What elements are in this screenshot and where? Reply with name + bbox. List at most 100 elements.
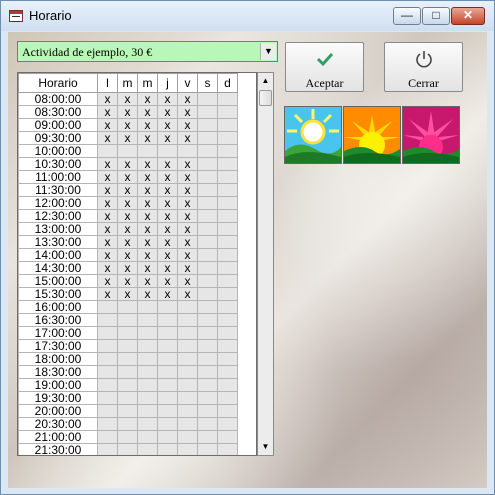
- time-cell[interactable]: 14:30:00: [18, 261, 98, 275]
- day-cell[interactable]: x: [97, 105, 118, 119]
- time-cell[interactable]: 15:00:00: [18, 274, 98, 288]
- time-cell[interactable]: 11:00:00: [18, 170, 98, 184]
- day-cell[interactable]: x: [97, 118, 118, 132]
- day-cell[interactable]: x: [137, 92, 158, 106]
- day-cell[interactable]: x: [97, 222, 118, 236]
- day-cell[interactable]: x: [117, 235, 138, 249]
- column-header-day[interactable]: d: [217, 73, 238, 93]
- day-cell[interactable]: x: [137, 131, 158, 145]
- day-cell[interactable]: [217, 157, 238, 171]
- day-cell[interactable]: [137, 378, 158, 392]
- time-cell[interactable]: 16:00:00: [18, 300, 98, 314]
- day-cell[interactable]: x: [97, 157, 118, 171]
- day-cell[interactable]: [97, 313, 118, 327]
- day-cell[interactable]: [197, 378, 218, 392]
- day-cell[interactable]: [137, 404, 158, 418]
- day-cell[interactable]: [217, 300, 238, 314]
- day-cell[interactable]: [157, 313, 178, 327]
- day-cell[interactable]: [197, 261, 218, 275]
- day-cell[interactable]: x: [157, 105, 178, 119]
- day-cell[interactable]: [217, 183, 238, 197]
- day-cell[interactable]: [177, 352, 198, 366]
- day-cell[interactable]: [177, 443, 198, 455]
- day-cell[interactable]: [97, 417, 118, 431]
- day-cell[interactable]: [117, 326, 138, 340]
- day-cell[interactable]: x: [117, 261, 138, 275]
- day-cell[interactable]: [157, 326, 178, 340]
- day-cell[interactable]: [197, 105, 218, 119]
- day-cell[interactable]: [197, 209, 218, 223]
- day-cell[interactable]: [137, 430, 158, 444]
- day-cell[interactable]: [117, 313, 138, 327]
- table-row[interactable]: 14:00:00 x x x x x: [18, 248, 238, 262]
- table-row[interactable]: 17:00:00: [18, 326, 238, 340]
- table-row[interactable]: 15:30:00 x x x x x: [18, 287, 238, 301]
- day-cell[interactable]: [97, 404, 118, 418]
- day-cell[interactable]: x: [177, 131, 198, 145]
- day-cell[interactable]: x: [137, 118, 158, 132]
- day-cell[interactable]: [217, 339, 238, 353]
- time-cell[interactable]: 20:00:00: [18, 404, 98, 418]
- day-cell[interactable]: [217, 274, 238, 288]
- day-cell[interactable]: x: [137, 222, 158, 236]
- table-row[interactable]: 09:30:00 x x x x x: [18, 131, 238, 145]
- day-cell[interactable]: x: [137, 209, 158, 223]
- time-cell[interactable]: 13:00:00: [18, 222, 98, 236]
- day-cell[interactable]: x: [157, 118, 178, 132]
- day-cell[interactable]: x: [97, 274, 118, 288]
- day-cell[interactable]: x: [117, 131, 138, 145]
- day-cell[interactable]: [197, 222, 218, 236]
- day-cell[interactable]: x: [97, 248, 118, 262]
- day-cell[interactable]: x: [177, 274, 198, 288]
- day-cell[interactable]: [197, 391, 218, 405]
- day-cell[interactable]: [117, 300, 138, 314]
- day-cell[interactable]: [197, 131, 218, 145]
- day-cell[interactable]: [137, 300, 158, 314]
- time-cell[interactable]: 19:00:00: [18, 378, 98, 392]
- accept-button[interactable]: Aceptar: [285, 42, 364, 92]
- day-cell[interactable]: x: [137, 235, 158, 249]
- day-cell[interactable]: [217, 92, 238, 106]
- day-cell[interactable]: [157, 339, 178, 353]
- day-cell[interactable]: [197, 339, 218, 353]
- day-cell[interactable]: x: [97, 209, 118, 223]
- day-cell[interactable]: [217, 209, 238, 223]
- day-cell[interactable]: [117, 391, 138, 405]
- day-cell[interactable]: x: [157, 209, 178, 223]
- day-cell[interactable]: [97, 391, 118, 405]
- time-cell[interactable]: 21:00:00: [18, 430, 98, 444]
- table-row[interactable]: 18:30:00: [18, 365, 238, 379]
- day-cell[interactable]: x: [97, 131, 118, 145]
- time-cell[interactable]: 08:30:00: [18, 105, 98, 119]
- table-row[interactable]: 14:30:00 x x x x x: [18, 261, 238, 275]
- theme-sunset-yellow-button[interactable]: [343, 106, 401, 164]
- day-cell[interactable]: [157, 443, 178, 455]
- day-cell[interactable]: [117, 365, 138, 379]
- minimize-button[interactable]: —: [393, 7, 421, 25]
- day-cell[interactable]: [217, 352, 238, 366]
- day-cell[interactable]: x: [97, 287, 118, 301]
- day-cell[interactable]: [217, 248, 238, 262]
- time-cell[interactable]: 12:30:00: [18, 209, 98, 223]
- day-cell[interactable]: [117, 404, 138, 418]
- day-cell[interactable]: x: [157, 92, 178, 106]
- day-cell[interactable]: [197, 235, 218, 249]
- day-cell[interactable]: x: [117, 274, 138, 288]
- day-cell[interactable]: x: [177, 248, 198, 262]
- day-cell[interactable]: x: [157, 131, 178, 145]
- day-cell[interactable]: [197, 196, 218, 210]
- column-header-day[interactable]: j: [157, 73, 178, 93]
- day-cell[interactable]: x: [177, 92, 198, 106]
- day-cell[interactable]: [97, 352, 118, 366]
- day-cell[interactable]: [177, 144, 198, 158]
- day-cell[interactable]: [97, 430, 118, 444]
- close-button[interactable]: Cerrar: [384, 42, 463, 92]
- day-cell[interactable]: [157, 378, 178, 392]
- day-cell[interactable]: [197, 352, 218, 366]
- day-cell[interactable]: [157, 391, 178, 405]
- time-cell[interactable]: 19:30:00: [18, 391, 98, 405]
- day-cell[interactable]: [177, 378, 198, 392]
- day-cell[interactable]: [197, 443, 218, 455]
- time-cell[interactable]: 15:30:00: [18, 287, 98, 301]
- day-cell[interactable]: x: [117, 196, 138, 210]
